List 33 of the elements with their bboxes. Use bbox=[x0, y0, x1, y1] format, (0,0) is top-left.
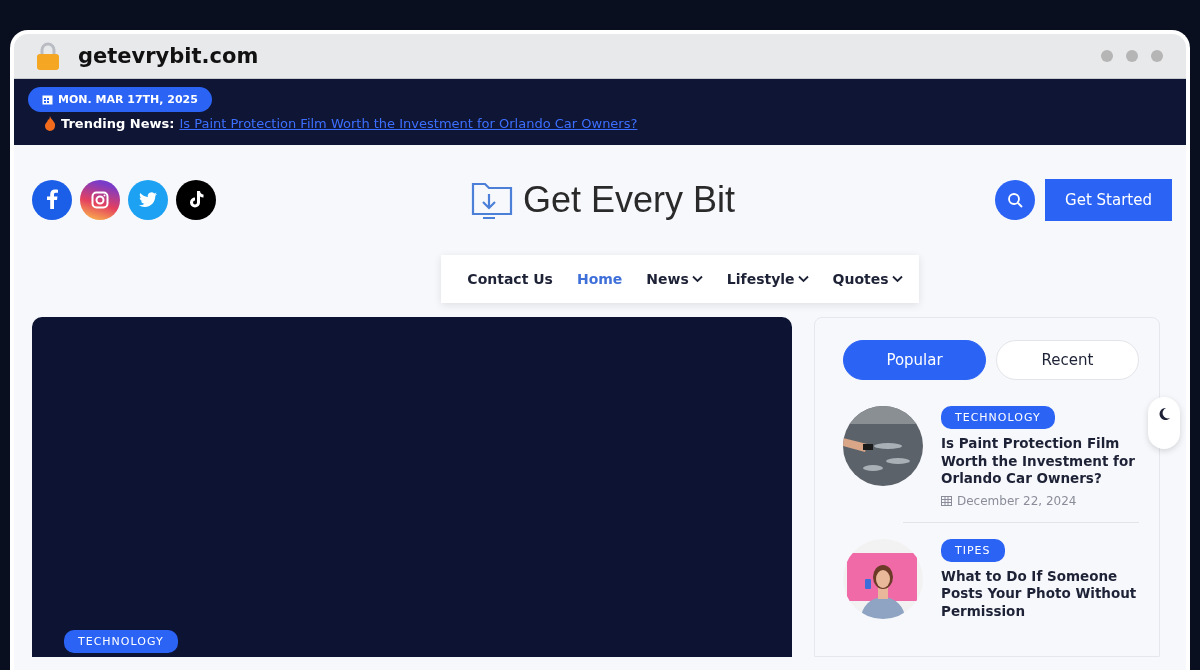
nav-item[interactable]: Lifestyle bbox=[726, 271, 809, 287]
post-date: December 22, 2024 bbox=[957, 493, 1077, 508]
twitter-icon[interactable] bbox=[128, 180, 168, 220]
post-title[interactable]: Is Paint Protection Film Worth the Investment for Orlando Car Owners? bbox=[941, 435, 1139, 488]
category-badge[interactable]: TECHNOLOGY bbox=[64, 630, 178, 653]
instagram-icon[interactable] bbox=[80, 180, 120, 220]
tiktok-icon[interactable] bbox=[176, 180, 216, 220]
dark-mode-toggle[interactable] bbox=[1148, 397, 1180, 449]
date-text: MON. MAR 17TH, 2025 bbox=[58, 93, 198, 106]
calendar-icon bbox=[941, 495, 952, 507]
nav-item[interactable]: News bbox=[646, 271, 703, 287]
sidebar-tab[interactable]: Recent bbox=[996, 340, 1139, 380]
get-started-button[interactable]: Get Started bbox=[1045, 179, 1172, 221]
trending-link[interactable]: Is Paint Protection Film Worth the Investment for Orlando Car Owners? bbox=[179, 116, 638, 131]
search-icon bbox=[1007, 192, 1024, 208]
featured-post-card[interactable]: TECHNOLOGY bbox=[32, 317, 792, 657]
category-badge[interactable]: TECHNOLOGY bbox=[941, 406, 1055, 429]
facebook-icon[interactable] bbox=[32, 180, 72, 220]
nav-item[interactable]: Contact Us bbox=[467, 271, 553, 287]
search-button[interactable] bbox=[995, 180, 1036, 220]
moon-icon bbox=[1157, 407, 1171, 421]
sidebar-tab[interactable]: Popular bbox=[843, 340, 986, 380]
post-title[interactable]: What to Do If Someone Posts Your Photo Without Permission bbox=[941, 567, 1139, 621]
category-badge[interactable]: TIPES bbox=[941, 538, 1005, 562]
trending-label: Trending News: bbox=[61, 116, 175, 131]
lock-icon bbox=[36, 41, 60, 71]
nav-item[interactable]: Quotes bbox=[832, 271, 903, 287]
site-logo[interactable]: Get Every Bit bbox=[522, 179, 736, 221]
window-controls-icon bbox=[1100, 49, 1164, 63]
url-text: getevrybit.com bbox=[78, 44, 259, 68]
calendar-icon bbox=[42, 94, 53, 105]
flame-icon bbox=[44, 116, 56, 131]
nav-item[interactable]: Home bbox=[576, 271, 623, 287]
